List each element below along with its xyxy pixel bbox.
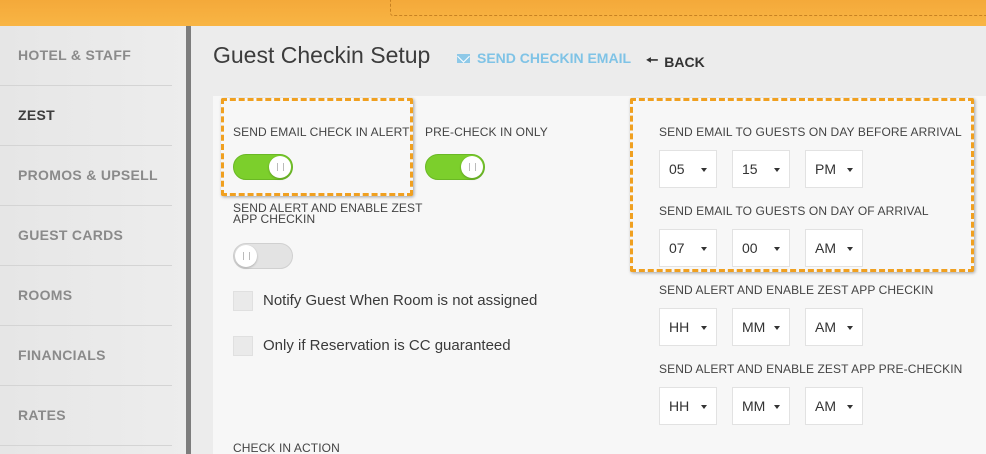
page-header: Guest Checkin Setup SEND CHECKIN EMAIL 🠔… [191, 26, 986, 96]
notify-room-not-assigned-checkbox[interactable] [233, 291, 253, 311]
cc-guaranteed-checkbox[interactable] [233, 336, 253, 356]
toggle-knob [235, 245, 257, 267]
select-value: HH [669, 398, 690, 414]
zest-checkin-minute-select[interactable]: MM [732, 308, 790, 346]
pre-checkin-only-label: PRE-CHECK IN ONLY [425, 125, 548, 139]
back-label: BACK [664, 54, 705, 70]
caret-down-icon [847, 405, 853, 409]
toggle-knob [461, 156, 483, 178]
top-banner [0, 0, 986, 26]
caret-down-icon [847, 326, 853, 330]
pre-checkin-only-toggle[interactable] [425, 154, 485, 180]
sidebar-item-rates[interactable]: RATES [0, 386, 172, 446]
select-value: MM [742, 319, 766, 335]
caret-down-icon [774, 326, 780, 330]
cc-guaranteed-label: Only if Reservation is CC guaranteed [263, 337, 511, 354]
zest-checkin-hour-select[interactable]: HH [659, 308, 717, 346]
send-checkin-email-label: SEND CHECKIN EMAIL [477, 50, 632, 66]
notify-room-not-assigned-label: Notify Guest When Room is not assigned [263, 292, 538, 309]
highlight-email-alert-toggle [221, 98, 413, 196]
sidebar-item-financials[interactable]: FINANCIALS [0, 326, 172, 386]
page-title: Guest Checkin Setup [213, 42, 431, 68]
zest-precheckin-ampm-select[interactable]: AM [805, 387, 863, 425]
sidebar-item-hotel-staff[interactable]: HOTEL & STAFF [0, 26, 172, 86]
select-value: AM [815, 398, 836, 414]
check-in-action-label: CHECK IN ACTION [233, 441, 340, 454]
back-button[interactable]: 🠔 BACK [646, 50, 705, 74]
select-value: AM [815, 319, 836, 335]
zest-checkin-time-label: SEND ALERT AND ENABLE ZEST APP CHECKIN [659, 283, 934, 297]
caret-down-icon [774, 405, 780, 409]
send-checkin-email-link[interactable]: SEND CHECKIN EMAIL [457, 50, 631, 66]
zest-checkin-ampm-select[interactable]: AM [805, 308, 863, 346]
zest-app-checkin-toggle[interactable] [233, 243, 293, 269]
sidebar-item-guest-cards[interactable]: GUEST CARDS [0, 206, 172, 266]
arrow-left-icon: 🠔 [646, 52, 659, 68]
select-value: HH [669, 319, 690, 335]
sidebar: HOTEL & STAFF ZEST PROMOS & UPSELL GUEST… [0, 26, 186, 454]
banner-dashed-outline [390, 0, 986, 16]
caret-down-icon [701, 405, 707, 409]
zest-precheckin-minute-select[interactable]: MM [732, 387, 790, 425]
zest-app-checkin-label: SEND ALERT AND ENABLE ZEST APP CHECKIN [233, 201, 423, 226]
caret-down-icon [701, 326, 707, 330]
sidebar-item-zest[interactable]: ZEST [0, 86, 172, 146]
mail-icon [457, 53, 470, 63]
highlight-email-schedule [630, 98, 974, 272]
sidebar-item-promos-upsell[interactable]: PROMOS & UPSELL [0, 146, 172, 206]
zest-precheckin-hour-select[interactable]: HH [659, 387, 717, 425]
zest-precheckin-time-label: SEND ALERT AND ENABLE ZEST APP PRE-CHECK… [659, 362, 963, 376]
select-value: MM [742, 398, 766, 414]
sidebar-item-rooms[interactable]: ROOMS [0, 266, 172, 326]
